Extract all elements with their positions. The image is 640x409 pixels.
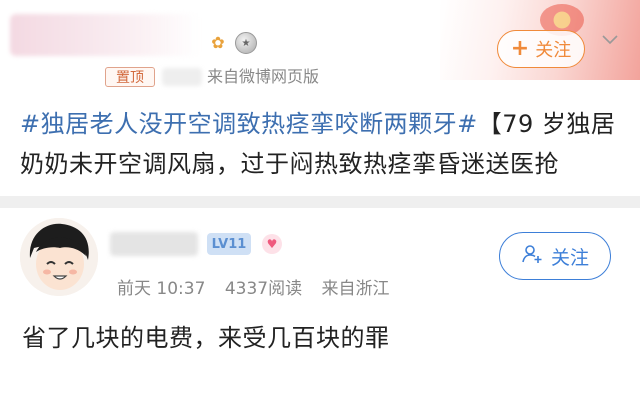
comment-reads: 4337阅读 xyxy=(224,279,303,299)
comment-location: 来自浙江 xyxy=(321,279,390,299)
post-source: 来自微博网页版 xyxy=(207,67,320,86)
avatar[interactable] xyxy=(20,218,98,296)
follow-button[interactable]: + 关注 xyxy=(497,30,585,68)
level-badge: LV11 xyxy=(207,233,251,255)
commenter-name-redacted xyxy=(110,232,198,256)
add-user-icon xyxy=(521,243,543,270)
chevron-down-icon[interactable] xyxy=(600,30,620,50)
author-name-redacted xyxy=(10,14,200,56)
comment-meta: 前天 10:37 4337阅读 来自浙江 xyxy=(117,274,403,299)
comment-text: 省了几块的电费，来受几百块的罪 xyxy=(22,324,390,352)
time-redacted xyxy=(162,68,202,86)
plus-icon: + xyxy=(510,36,530,61)
follow-user-button[interactable]: 关注 xyxy=(499,232,611,280)
post-body: #独居老人没开空调致热痉挛咬断两颗牙#【79 岁独居奶奶未开空调风扇，过于闷热致… xyxy=(20,104,620,184)
heart-icon: ♥ xyxy=(262,234,282,254)
comment-item: LV11 ♥ 前天 10:37 4337阅读 来自浙江 关注 省了几块的电费，来… xyxy=(0,208,640,409)
author-badges: ✿ ★ xyxy=(207,32,257,54)
silver-medal-icon: ★ xyxy=(235,32,257,54)
follow-label: 关注 xyxy=(550,246,589,269)
hashtag-link[interactable]: #独居老人没开空调致热痉挛咬断两颗牙# xyxy=(20,110,478,138)
comment-time: 前天 10:37 xyxy=(117,279,206,299)
follow-label: 关注 xyxy=(535,40,572,61)
gold-medal-icon: ✿ xyxy=(211,33,225,52)
weibo-post: ✿ ★ + 关注 置顶 来自微博网页版 #独居老人没开空调致热痉挛咬断两颗牙#【… xyxy=(0,0,640,196)
section-divider xyxy=(0,196,640,208)
pinned-badge: 置顶 xyxy=(105,67,155,87)
